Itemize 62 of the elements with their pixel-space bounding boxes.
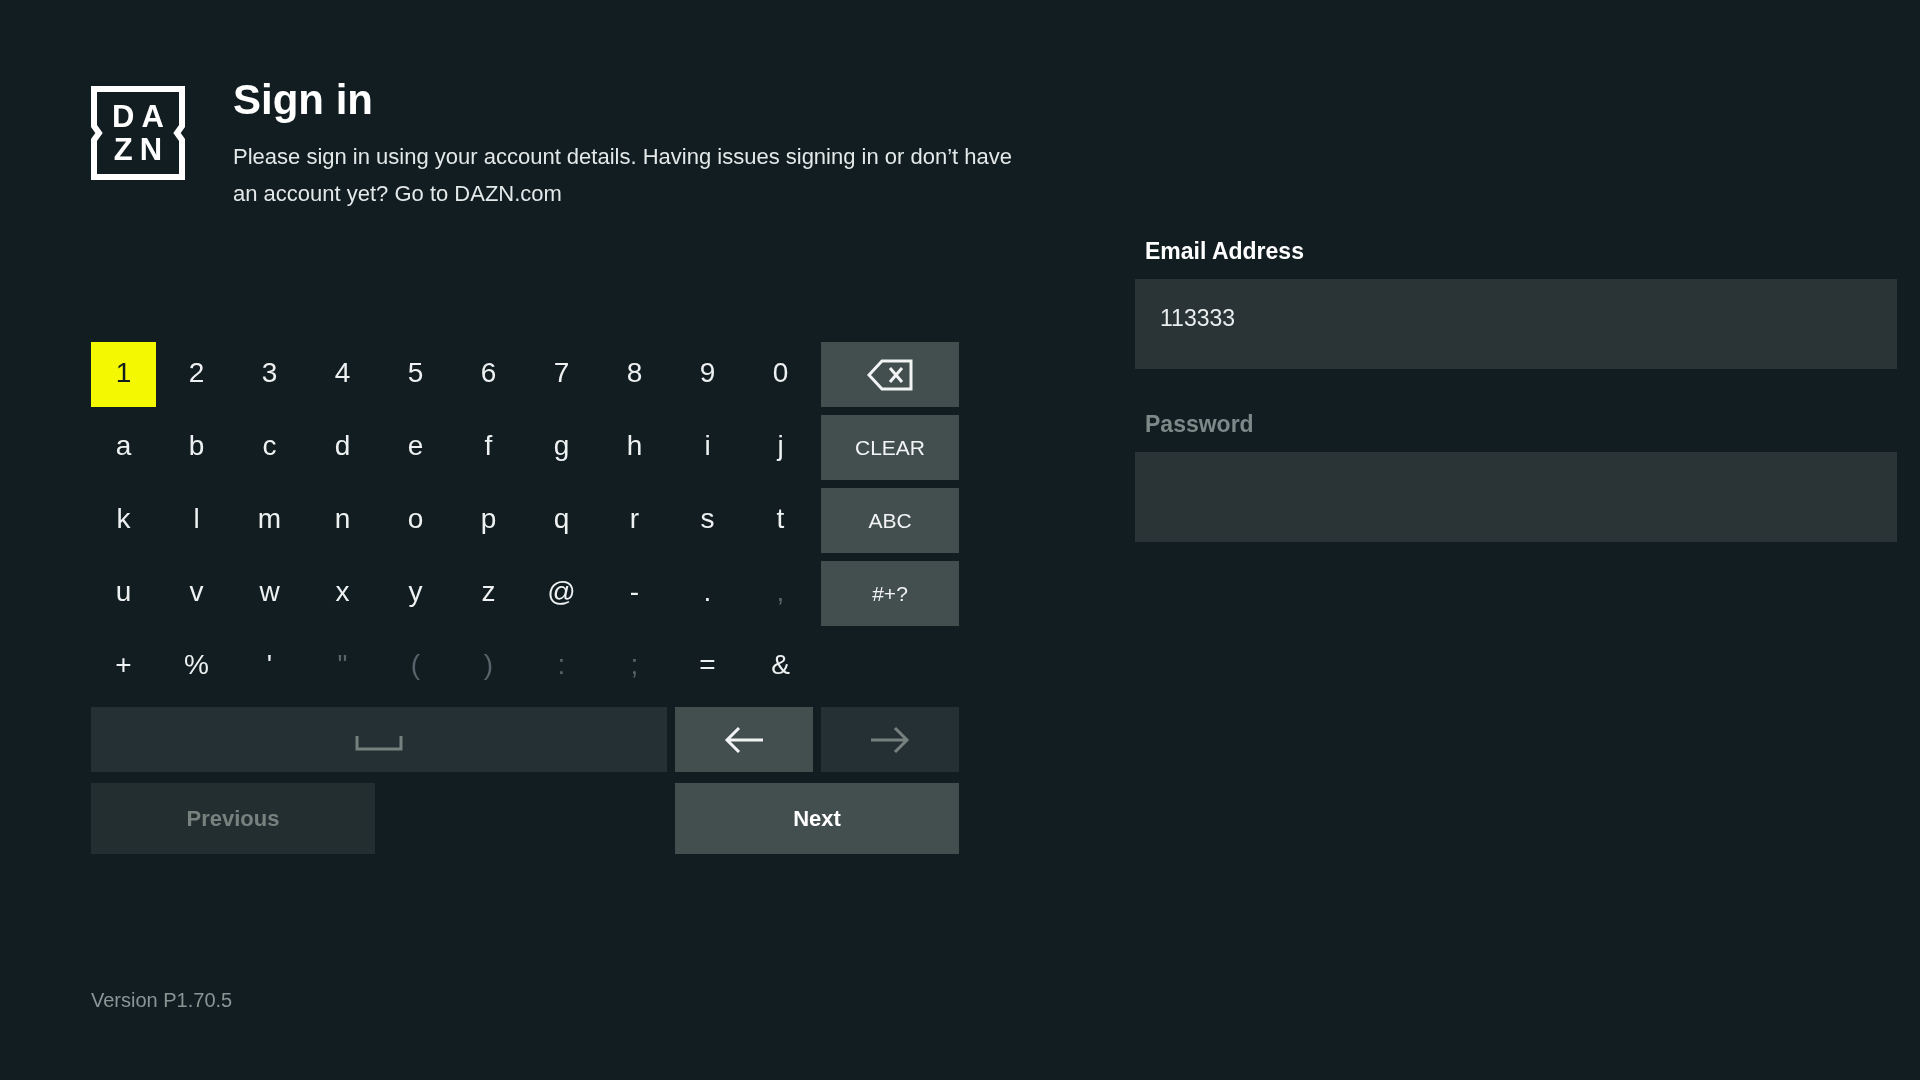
- nav-button[interactable]: Next: [675, 783, 959, 854]
- keyboard-key[interactable]: t: [748, 488, 813, 553]
- keyboard-key[interactable]: &: [748, 634, 813, 699]
- input-field[interactable]: [1135, 452, 1897, 542]
- page-title: Sign in: [233, 76, 373, 124]
- keyboard-key[interactable]: d: [310, 415, 375, 480]
- keyboard-key[interactable]: %: [164, 634, 229, 699]
- keyboard-key[interactable]: 1: [91, 342, 156, 407]
- keyboard-key[interactable]: b: [164, 415, 229, 480]
- keyboard-key[interactable]: l: [164, 488, 229, 553]
- keyboard-key[interactable]: k: [91, 488, 156, 553]
- keyboard-key[interactable]: o: [383, 488, 448, 553]
- keyboard-key[interactable]: -: [602, 561, 667, 626]
- keyboard-key[interactable]: y: [383, 561, 448, 626]
- keyboard-key[interactable]: c: [237, 415, 302, 480]
- keyboard-key[interactable]: 6: [456, 342, 521, 407]
- keyboard-key[interactable]: +: [91, 634, 156, 699]
- input-field[interactable]: 113333: [1135, 279, 1897, 369]
- field-label: Email Address: [1145, 237, 1304, 265]
- keyboard-key[interactable]: f: [456, 415, 521, 480]
- keyboard-key[interactable]: a: [91, 415, 156, 480]
- cursor-left-key[interactable]: [675, 707, 813, 772]
- keyboard-key[interactable]: p: [456, 488, 521, 553]
- keyboard-key[interactable]: CLEAR: [821, 415, 959, 480]
- keyboard-key[interactable]: g: [529, 415, 594, 480]
- keyboard-key[interactable]: e: [383, 415, 448, 480]
- keyboard-key[interactable]: 2: [164, 342, 229, 407]
- field-label: Password: [1145, 410, 1254, 438]
- keyboard-key[interactable]: i: [675, 415, 740, 480]
- keyboard-key[interactable]: r: [602, 488, 667, 553]
- space-bar-icon: [355, 734, 403, 751]
- left-arrow-icon: [723, 725, 765, 754]
- keyboard-key[interactable]: 5: [383, 342, 448, 407]
- keyboard-key[interactable]: w: [237, 561, 302, 626]
- keyboard-key[interactable]: u: [91, 561, 156, 626]
- keyboard-key[interactable]: m: [237, 488, 302, 553]
- keyboard-key[interactable]: h: [602, 415, 667, 480]
- keyboard-key[interactable]: 8: [602, 342, 667, 407]
- keyboard-key[interactable]: 3: [237, 342, 302, 407]
- keyboard-key[interactable]: #+?: [821, 561, 959, 626]
- keyboard-key[interactable]: 9: [675, 342, 740, 407]
- keyboard-key[interactable]: v: [164, 561, 229, 626]
- backspace-key[interactable]: [821, 342, 959, 407]
- version-text: Version P1.70.5: [91, 988, 233, 1012]
- keyboard-key[interactable]: =: [675, 634, 740, 699]
- keyboard-key[interactable]: 0: [748, 342, 813, 407]
- keyboard-key[interactable]: @: [529, 561, 594, 626]
- keyboard-key[interactable]: 4: [310, 342, 375, 407]
- keyboard-key[interactable]: s: [675, 488, 740, 553]
- keyboard-key[interactable]: n: [310, 488, 375, 553]
- keyboard-key[interactable]: z: [456, 561, 521, 626]
- keyboard-key[interactable]: 7: [529, 342, 594, 407]
- backspace-icon: [867, 358, 913, 391]
- keyboard-key[interactable]: j: [748, 415, 813, 480]
- keyboard-key[interactable]: .: [675, 561, 740, 626]
- right-arrow-icon: [869, 725, 911, 754]
- keyboard-key[interactable]: x: [310, 561, 375, 626]
- keyboard-key[interactable]: q: [529, 488, 594, 553]
- keyboard-key[interactable]: ': [237, 634, 302, 699]
- instructions-text: Please sign in using your account details. Having issues signing in or don’t have an account yet? Go to DAZN.com: [233, 143, 1013, 208]
- keyboard-key[interactable]: ABC: [821, 488, 959, 553]
- logo: DA ZN: [91, 86, 185, 180]
